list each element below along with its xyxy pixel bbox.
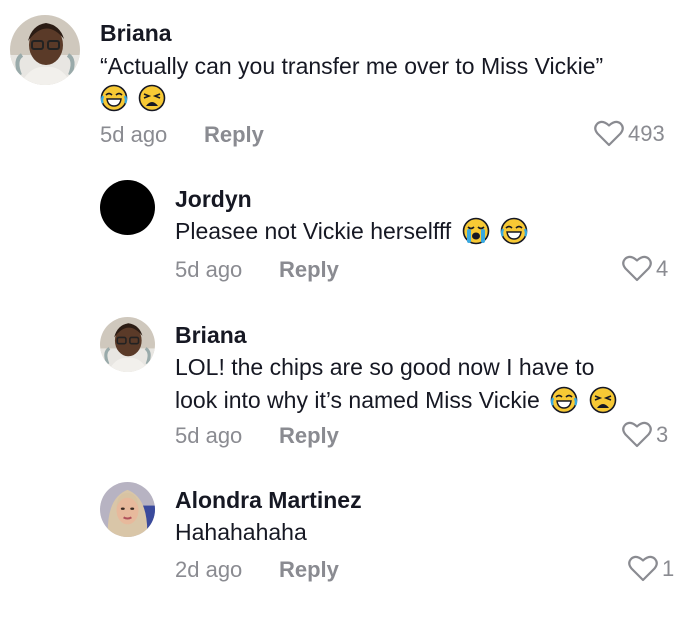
like-button[interactable]: 493 bbox=[594, 120, 665, 147]
comment-text-body: Pleasee not Vickie herselfff bbox=[175, 218, 452, 244]
reply-button[interactable]: Reply bbox=[279, 423, 339, 449]
comment-author[interactable]: Briana bbox=[100, 20, 172, 47]
weary-face-icon bbox=[589, 386, 617, 414]
comment-timestamp: 2d ago bbox=[175, 557, 243, 582]
avatar[interactable] bbox=[100, 180, 155, 235]
reply-thread-item: Briana LOL! the chips are so good now I … bbox=[0, 305, 680, 465]
heart-icon bbox=[622, 421, 652, 448]
comment-text-line: LOL! the chips are so good now I have to bbox=[175, 354, 595, 380]
comment-text-body: “Actually can you transfer me over to Mi… bbox=[100, 53, 604, 79]
loudly-crying-icon bbox=[462, 217, 490, 245]
comment-text: Hahahahaha bbox=[175, 516, 655, 549]
comment-author[interactable]: Briana bbox=[175, 322, 247, 349]
comment-text: LOL! the chips are so good now I have to… bbox=[175, 351, 665, 417]
comment-text-body: Hahahahaha bbox=[175, 519, 307, 545]
like-count: 493 bbox=[628, 120, 665, 146]
comment-emoji-row bbox=[96, 82, 166, 115]
like-button[interactable]: 4 bbox=[622, 255, 668, 282]
comment-timestamp: 5d ago bbox=[100, 122, 168, 147]
weary-face-icon bbox=[138, 84, 166, 112]
like-count: 3 bbox=[656, 421, 669, 447]
comment-text-body: look into why it’s named Miss Vickie bbox=[175, 387, 540, 413]
comment-timestamp: 5d ago bbox=[175, 423, 243, 448]
comment-text-line-with-emoji: look into why it’s named Miss Vickie bbox=[175, 384, 665, 417]
comment-timestamp: 5d ago bbox=[175, 257, 243, 282]
comment-author[interactable]: Jordyn bbox=[175, 186, 252, 213]
heart-icon bbox=[622, 255, 652, 282]
avatar[interactable] bbox=[10, 15, 80, 85]
like-button[interactable]: 1 bbox=[628, 555, 674, 582]
heart-icon bbox=[594, 120, 624, 147]
laughing-tears-icon bbox=[550, 386, 578, 414]
like-count: 4 bbox=[656, 255, 669, 281]
comment-author[interactable]: Alondra Martinez bbox=[175, 487, 362, 514]
reply-button[interactable]: Reply bbox=[204, 122, 264, 148]
laughing-tears-icon bbox=[100, 84, 128, 112]
avatar[interactable] bbox=[100, 317, 155, 372]
comment-text: Pleasee not Vickie herselfff bbox=[175, 215, 655, 248]
reply-thread-item: Alondra Martinez Hahahahaha 2d ago Reply… bbox=[0, 470, 680, 610]
avatar-photo-briana bbox=[10, 15, 80, 85]
reply-button[interactable]: Reply bbox=[279, 557, 339, 583]
comment-thread-item: Briana “Actually can you transfer me ove… bbox=[0, 0, 680, 160]
avatar-photo-briana bbox=[100, 317, 155, 372]
laughing-tears-icon bbox=[500, 217, 528, 245]
heart-icon bbox=[628, 555, 658, 582]
avatar-photo-alondra bbox=[100, 482, 155, 537]
like-button[interactable]: 3 bbox=[622, 421, 668, 448]
avatar[interactable] bbox=[100, 482, 155, 537]
reply-thread-item: Jordyn Pleasee not Vickie herselfff 5d a… bbox=[0, 170, 680, 300]
reply-button[interactable]: Reply bbox=[279, 257, 339, 283]
like-count: 1 bbox=[662, 555, 675, 581]
comment-text: “Actually can you transfer me over to Mi… bbox=[100, 50, 660, 83]
